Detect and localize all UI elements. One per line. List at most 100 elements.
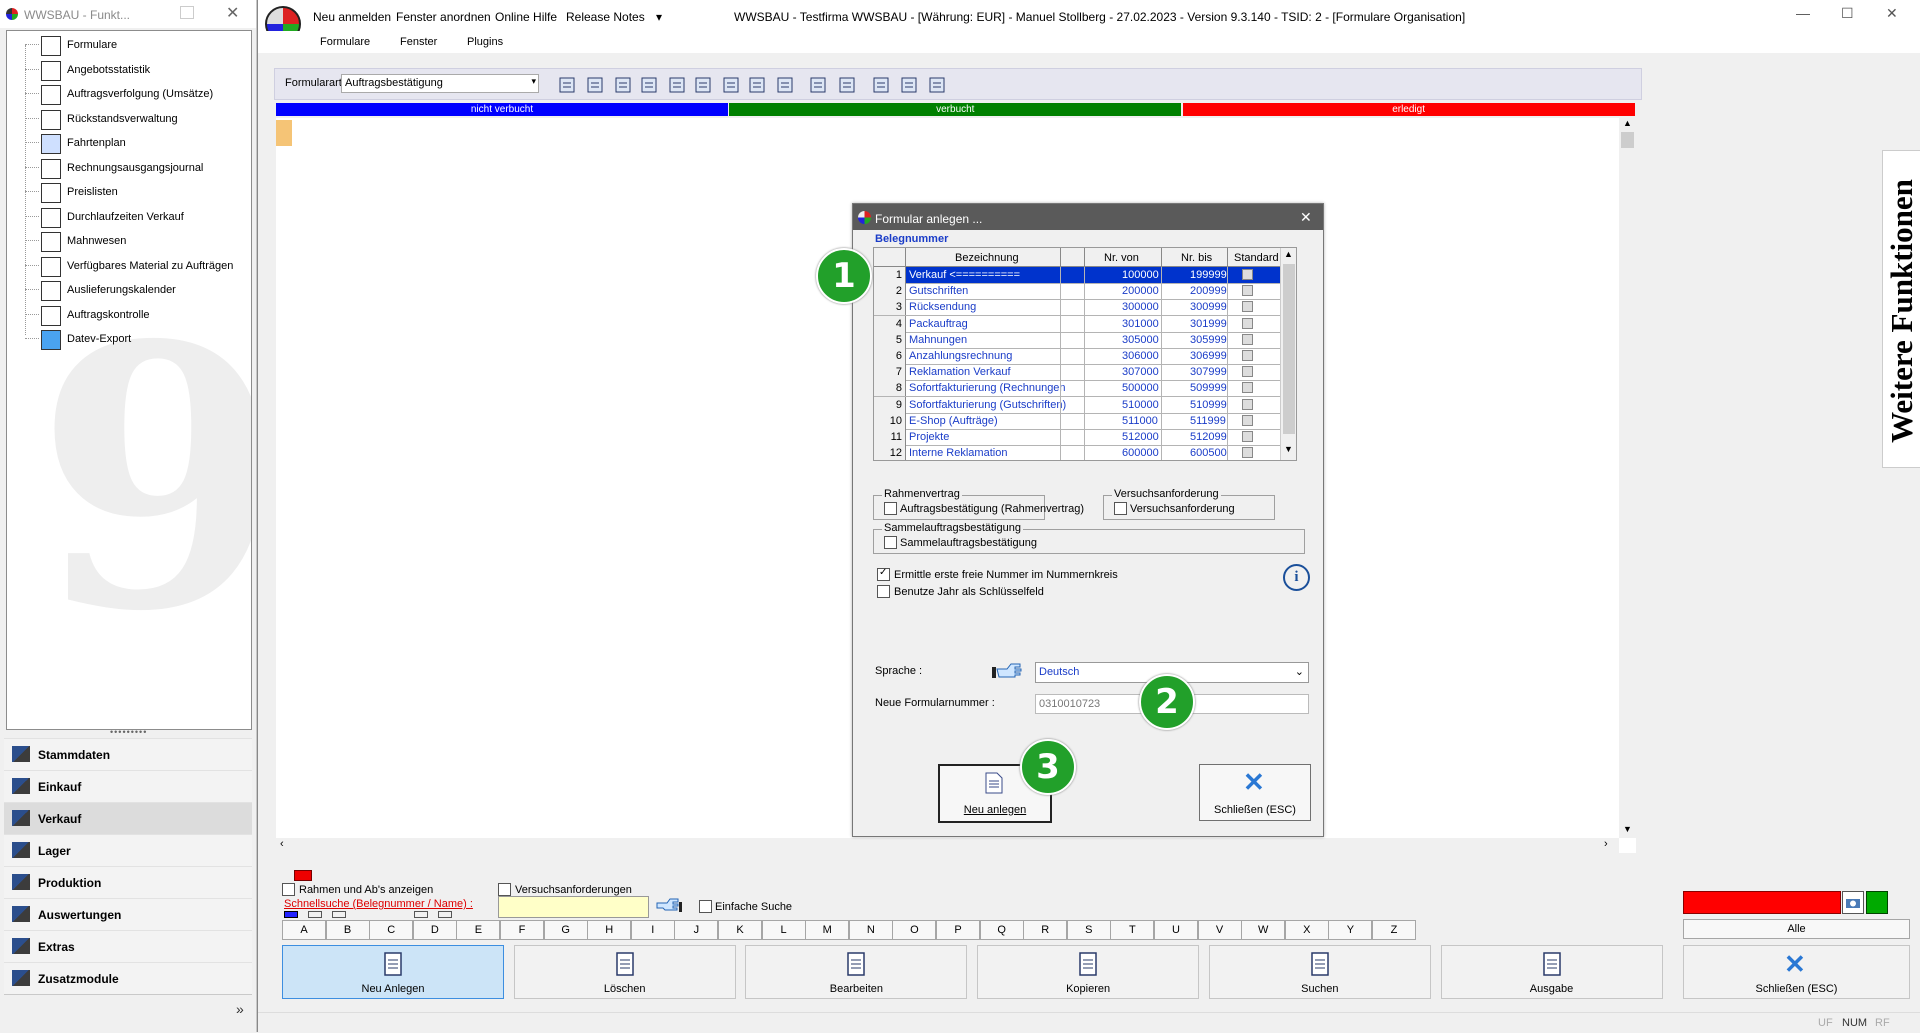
year-key-checkbox[interactable]	[877, 585, 890, 598]
action-löschen[interactable]: Löschen	[513, 945, 736, 999]
row-standard-checkbox[interactable]	[1242, 317, 1253, 329]
letter-filter-z[interactable]: Z	[1372, 920, 1416, 940]
tree-item[interactable]: Auftragsverfolgung (Umsätze)	[25, 82, 250, 106]
window-icon[interactable]	[871, 75, 891, 95]
nav-stammdaten[interactable]: Stammdaten	[4, 738, 252, 771]
table-icon[interactable]	[927, 75, 947, 95]
letter-filter-e[interactable]: E	[456, 920, 501, 940]
tree-item[interactable]: Auftragskontrolle	[25, 303, 250, 327]
weitere-funktionen-tab[interactable]: Weitere Funktionen	[1882, 150, 1920, 468]
tree-item[interactable]: Datev-Export	[25, 327, 250, 351]
formularart-select[interactable]: Auftragsbestätigung ▾	[341, 74, 539, 93]
action-bearbeiten[interactable]: Bearbeiten	[745, 945, 968, 999]
action-ausgabe[interactable]: Ausgabe	[1440, 945, 1663, 999]
letter-filter-x[interactable]: X	[1284, 920, 1329, 940]
menu-fenster-anordnen[interactable]: Fenster anordnen	[396, 10, 491, 24]
menu-release-notes[interactable]: Release Notes	[566, 10, 645, 24]
tree-item[interactable]: Durchlaufzeiten Verkauf	[25, 205, 250, 229]
more-modules-button[interactable]: »	[236, 1001, 244, 1017]
letter-filter-u[interactable]: U	[1154, 920, 1198, 940]
row-standard-checkbox[interactable]	[1242, 398, 1253, 410]
letter-filter-b[interactable]: B	[325, 920, 370, 940]
nav-verkauf[interactable]: Verkauf	[4, 802, 252, 835]
grid-row[interactable]: 1 Verkauf <========== 100000 199999	[874, 267, 1280, 284]
document-icon[interactable]	[667, 75, 687, 95]
col-nr-bis[interactable]: Nr. bis	[1181, 252, 1212, 264]
close-button[interactable]: ✕	[1886, 5, 1898, 22]
search-mode-toggles[interactable]	[284, 911, 452, 918]
panel-close-button[interactable]: ✕	[226, 3, 239, 23]
tree-item[interactable]: Auslieferungskalender	[25, 278, 250, 302]
panel-splitter[interactable]: •••••••••	[110, 727, 147, 737]
tree-item[interactable]: Formulare	[25, 33, 250, 57]
clipboard-icon[interactable]	[557, 75, 577, 95]
sammel-checkbox[interactable]	[884, 536, 897, 549]
rahmenvertrag-checkbox[interactable]	[884, 502, 897, 515]
window-split-icon[interactable]	[899, 75, 919, 95]
stack-icon[interactable]	[693, 75, 713, 95]
close-main-button[interactable]: ✕ Schließen (ESC)	[1683, 945, 1910, 999]
letter-filter-s[interactable]: S	[1066, 920, 1111, 940]
grid-scrollbar[interactable]: ▲ ▼	[1280, 248, 1296, 460]
grid-row[interactable]: 5 Mahnungen 305000 305999	[874, 331, 1280, 349]
letter-filter-p[interactable]: P	[936, 920, 980, 940]
schnellsuche-input[interactable]	[498, 896, 649, 918]
grid-row[interactable]: 12 Interne Reklamation 600000 600500	[874, 445, 1280, 460]
grid-row[interactable]: 2 Gutschriften 200000 200999	[874, 283, 1280, 301]
grid-scroll-up-icon[interactable]: ▲	[1284, 249, 1293, 259]
grid-row[interactable]: 6 Anzahlungsrechnung 306000 306999	[874, 348, 1280, 365]
row-standard-checkbox[interactable]	[1242, 431, 1253, 442]
nav-auswertungen[interactable]: Auswertungen	[4, 898, 252, 931]
scroll-thumb[interactable]	[1621, 132, 1634, 148]
info-card-icon[interactable]	[775, 75, 795, 95]
letter-filter-r[interactable]: R	[1023, 920, 1068, 940]
tree-item[interactable]: Angebotsstatistik	[25, 58, 250, 82]
grid-row[interactable]: 3 Rücksendung 300000 300999	[874, 299, 1280, 317]
tree-item[interactable]: Rückstandsverwaltung	[25, 107, 250, 131]
letter-filter-c[interactable]: C	[369, 920, 414, 940]
grid-row[interactable]: 4 Packauftrag 301000 301999	[874, 315, 1280, 333]
scroll-left-icon[interactable]: ‹	[280, 838, 284, 850]
grid-row[interactable]: 7 Reklamation Verkauf 307000 307999	[874, 364, 1280, 382]
row-standard-checkbox[interactable]	[1242, 414, 1253, 426]
row-standard-checkbox[interactable]	[1242, 301, 1253, 313]
scroll-up-icon[interactable]: ▲	[1623, 118, 1632, 128]
scroll-right-icon[interactable]: ›	[1604, 838, 1608, 850]
nav-produktion[interactable]: Produktion	[4, 866, 252, 899]
vertical-scrollbar[interactable]: ▲ ▼	[1619, 118, 1636, 838]
row-standard-checkbox[interactable]	[1242, 269, 1253, 280]
letter-filter-a[interactable]: A	[282, 920, 326, 940]
letter-filter-n[interactable]: N	[848, 920, 893, 940]
camera-icon[interactable]	[1842, 891, 1864, 914]
letter-filter-v[interactable]: V	[1197, 920, 1242, 940]
dialog-close-button[interactable]: ✕ Schließen (ESC)	[1199, 764, 1311, 821]
rahmen-checkbox[interactable]	[282, 883, 295, 896]
nav-extras[interactable]: Extras	[4, 930, 252, 963]
tab-fenster[interactable]: Fenster	[400, 36, 437, 48]
quick-access-dropdown[interactable]: ▾	[656, 10, 662, 24]
pointing-hand-icon[interactable]	[655, 896, 683, 914]
letter-filter-f[interactable]: F	[500, 920, 544, 940]
menu-neu-anmelden[interactable]: Neu anmelden	[313, 10, 391, 24]
letter-filter-w[interactable]: W	[1241, 920, 1286, 940]
function-tree[interactable]: 9 Formulare Angebotsstatistik Auftragsverf…	[6, 30, 252, 730]
tab-plugins[interactable]: Plugins	[467, 36, 503, 48]
alle-button[interactable]: Alle	[1683, 919, 1910, 939]
versuch-checkbox[interactable]	[498, 883, 511, 896]
letter-filter-l[interactable]: L	[761, 920, 806, 940]
letter-filter-h[interactable]: H	[587, 920, 632, 940]
dialog-close-icon[interactable]: ✕	[1300, 209, 1312, 226]
nav-einkauf[interactable]: Einkauf	[4, 770, 252, 803]
row-standard-checkbox[interactable]	[1242, 447, 1253, 459]
panel-restore-button[interactable]	[180, 6, 194, 19]
grid-row[interactable]: 10 E-Shop (Aufträge) 511000 511999	[874, 412, 1280, 430]
letter-filter-j[interactable]: J	[674, 920, 719, 940]
letter-filter-o[interactable]: O	[892, 920, 937, 940]
row-standard-checkbox[interactable]	[1242, 382, 1253, 394]
tree-item[interactable]: Preislisten	[25, 180, 250, 204]
nav-zusatzmodule[interactable]: Zusatzmodule	[4, 962, 252, 995]
letter-filter-q[interactable]: Q	[979, 920, 1024, 940]
minimize-button[interactable]: —	[1796, 5, 1810, 21]
letter-filter-k[interactable]: K	[718, 920, 762, 940]
letter-filter-m[interactable]: M	[805, 920, 850, 940]
